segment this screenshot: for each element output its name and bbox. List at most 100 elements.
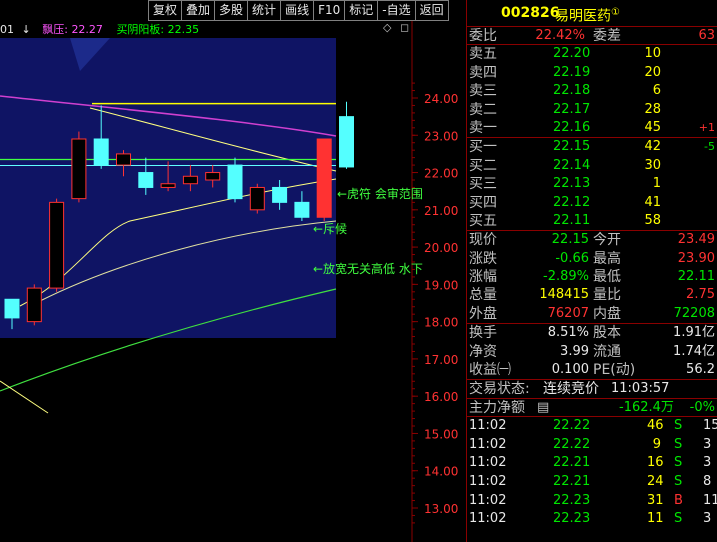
y-tick-label: 18.00 [424, 316, 458, 330]
quote-label: 涨幅 [469, 269, 497, 286]
quote-label: 涨跌 [469, 250, 497, 267]
finance-label: 收益㈠ [469, 362, 511, 379]
stock-badge-icon: ① [611, 7, 620, 18]
finance-label: 净资 [469, 343, 497, 360]
y-tick-label: 14.00 [424, 465, 458, 479]
sell-orders-row[interactable]: 卖一 22.16 45 +1 [467, 119, 717, 137]
tick-time: 11:02 [469, 473, 507, 489]
tick-side: B [674, 492, 683, 508]
y-tick-label: 19.00 [424, 278, 458, 292]
tick-count: 3 [703, 511, 712, 527]
indicator-settings-icon[interactable]: ◇ [383, 21, 391, 34]
y-tick-label: 23.00 [424, 129, 458, 143]
tick-side: S [674, 436, 683, 452]
y-tick-label: 17.00 [424, 353, 458, 367]
quote-value-2: 23.90 [677, 250, 715, 266]
toolbar-button-4[interactable]: 画线 [280, 0, 314, 21]
order-volume: 30 [644, 157, 661, 173]
order-price: 22.12 [553, 194, 591, 210]
indicator-close-icon[interactable]: ◻ [400, 21, 409, 34]
finance-value-2: 1.91亿 [673, 325, 715, 341]
tick-time: 11:02 [469, 455, 507, 471]
sell-orders-row[interactable]: 卖二 22.17 28 [467, 101, 717, 119]
quote-panel: 002826 易明医药① 委比 22.42% 委差 63 卖五 22.20 10 卖四… [466, 0, 717, 542]
order-label: 买五 [469, 212, 497, 229]
order-label: 卖五 [469, 46, 497, 63]
toolbar-button-7[interactable]: -自选 [377, 0, 415, 21]
tick-side: S [674, 418, 683, 434]
tick-side: S [674, 511, 683, 527]
sell-orders-row[interactable]: 卖三 22.18 6 [467, 82, 717, 100]
y-tick-label: 16.00 [424, 390, 458, 404]
toolbar-button-5[interactable]: F10 [313, 0, 345, 21]
order-volume: 20 [644, 64, 661, 80]
tick-row[interactable]: 11:02 22.22 9 S 3 [467, 436, 717, 455]
kline-svg[interactable]: 24.00 23.00 22.00 21.00 20.00 19.00 18.00 17.00… [0, 21, 466, 542]
indicator-bar: 01 ↓ 飘压: 22.27 买阴阳板: 22.35 ◇ ◻ [0, 21, 412, 37]
indicator-arrow: ↓ [21, 23, 31, 36]
candle-body [249, 186, 265, 211]
quote-row: 涨幅 -2.89% 最低 22.11 [467, 268, 717, 286]
kline-chart[interactable]: 24.00 23.00 22.00 21.00 20.00 19.00 18.00 17.00… [0, 21, 466, 542]
order-volume: 10 [644, 46, 661, 62]
toolbar-button-3[interactable]: 统计 [247, 0, 281, 21]
tick-price: 22.21 [553, 455, 591, 471]
indicator-prefix: 01 [0, 23, 14, 36]
sell-orders: 卖五 22.20 10 卖四 22.19 20 卖三 22.18 6 卖二 22.17 28 卖一 22.… [467, 44, 717, 137]
buy-orders-row[interactable]: 买四 22.12 41 [467, 194, 717, 212]
order-price: 22.17 [553, 101, 591, 117]
tick-list[interactable]: 11:02 22.22 46 S 15 11:02 22.22 9 S 3 11:02 22.21 16… [467, 416, 717, 529]
toolbar-button-8[interactable]: 返回 [414, 0, 449, 21]
tick-row[interactable]: 11:02 22.23 31 B 11 [467, 492, 717, 511]
quote-value: 76207 [547, 305, 589, 321]
buy-orders-row[interactable]: 买五 22.11 58 [467, 212, 717, 230]
tick-price: 22.23 [553, 511, 591, 527]
quote-value-2: 72208 [673, 305, 715, 321]
quote-label-2: 今开 [593, 232, 621, 249]
tick-volume: 31 [647, 492, 664, 508]
order-volume: 58 [644, 212, 661, 228]
tick-row[interactable]: 11:02 22.21 16 S 3 [467, 454, 717, 473]
buy-orders: 买一 22.15 42 -5 买二 22.14 30 买三 22.13 1 买四 22.12 41 买五 2… [467, 137, 717, 230]
candle-body [339, 116, 354, 168]
candle-body [182, 175, 198, 185]
finance-row: 换手 8.51% 股本 1.91亿 [467, 324, 717, 342]
tick-count: 3 [703, 455, 712, 471]
toolbar-button-1[interactable]: 叠加 [181, 0, 215, 21]
buy-orders-row[interactable]: 买三 22.13 1 [467, 175, 717, 193]
tick-price: 22.21 [553, 473, 591, 489]
quote-value: 148415 [539, 287, 589, 303]
quote-value-2: 22.11 [677, 269, 715, 285]
buy-orders-row[interactable]: 买一 22.15 42 -5 [467, 138, 717, 156]
main-flow-icon[interactable]: ▤ [537, 399, 549, 417]
order-price: 22.18 [553, 83, 591, 99]
order-price: 22.14 [553, 157, 591, 173]
indicator-2-label: 买阴阳板: [116, 23, 165, 36]
sell-orders-row[interactable]: 卖五 22.20 10 [467, 45, 717, 63]
quote-label-2: 内盘 [593, 305, 621, 322]
candle-body [205, 172, 221, 181]
order-price: 22.20 [553, 46, 591, 62]
tick-side: S [674, 455, 683, 471]
tick-row[interactable]: 11:02 22.21 24 S 8 [467, 473, 717, 492]
toolbar-button-2[interactable]: 多股 [214, 0, 248, 21]
y-tick-label: 13.00 [424, 502, 458, 516]
tick-row[interactable]: 11:02 22.22 46 S 15 [467, 417, 717, 436]
tick-time: 11:02 [469, 511, 507, 527]
order-label: 买三 [469, 176, 497, 193]
tick-volume: 24 [647, 473, 664, 489]
main-flow-row[interactable]: 主力净额 ▤ -162.4万 -0% [467, 397, 717, 417]
candle-body [227, 164, 243, 200]
quote-value-2: 2.75 [686, 287, 715, 303]
quote-row: 外盘 76207 内盘 72208 [467, 305, 717, 323]
y-tick-label: 15.00 [424, 427, 458, 441]
indicator-1-label: 飘压: [42, 23, 68, 36]
candle-body [49, 201, 65, 289]
buy-orders-row[interactable]: 买二 22.14 30 [467, 157, 717, 175]
toolbar-button-6[interactable]: 标记 [344, 0, 378, 21]
toolbar-button-0[interactable]: 复权 [148, 0, 182, 21]
finance-list: 换手 8.51% 股本 1.91亿 净资 3.99 流通 1.74亿 收益㈠ 0.100 PE(动)… [467, 323, 717, 379]
tick-count: 11 [703, 492, 717, 508]
sell-orders-row[interactable]: 卖四 22.19 20 [467, 64, 717, 82]
tick-row[interactable]: 11:02 22.23 11 S 3 [467, 510, 717, 529]
